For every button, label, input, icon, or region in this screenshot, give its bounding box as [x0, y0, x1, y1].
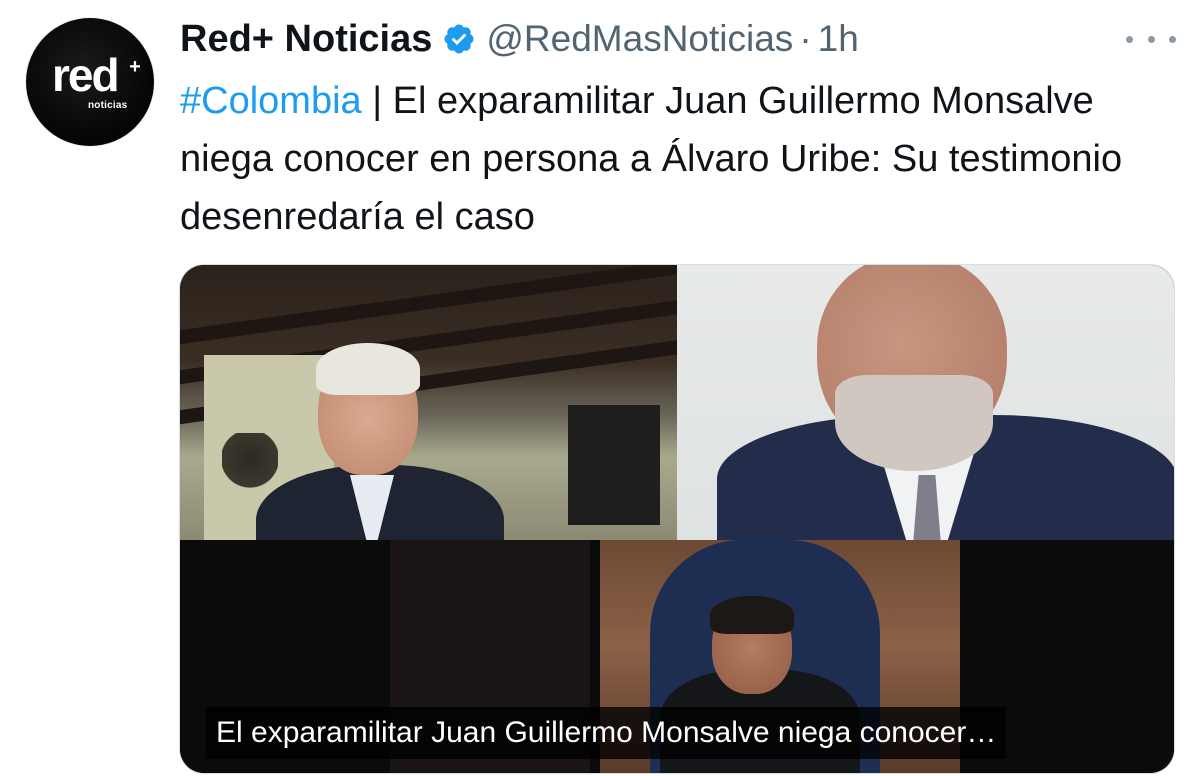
person-beard — [835, 375, 993, 471]
more-options-icon[interactable] — [1126, 22, 1176, 56]
video-panel-right — [677, 265, 1174, 540]
more-dot — [1169, 35, 1176, 43]
more-dot — [1126, 35, 1133, 43]
video-panel-left — [180, 265, 677, 540]
tweet[interactable]: red + noticias Red+ Noticias @RedMasNoti… — [0, 0, 1200, 776]
tweet-header: Red+ Noticias @RedMasNoticias · 1h — [180, 14, 859, 64]
video-player[interactable]: El exparamilitar Juan Guillermo Monsalve… — [180, 265, 1174, 773]
doorway — [568, 405, 660, 525]
lamp — [222, 433, 278, 497]
avatar-brand-sub: noticias — [88, 100, 128, 111]
timestamp[interactable]: 1h — [818, 18, 859, 60]
ceiling-beam — [180, 265, 677, 346]
tweet-text: #Colombia | El exparamilitar Juan Guille… — [180, 72, 1140, 246]
avatar-brand-word: red — [52, 49, 120, 101]
verified-badge-icon — [442, 22, 476, 56]
author-display-name[interactable]: Red+ Noticias — [180, 18, 432, 61]
hashtag-link[interactable]: #Colombia — [180, 80, 362, 122]
avatar[interactable]: red + noticias — [26, 18, 154, 146]
person-hair — [710, 596, 794, 634]
video-caption: El exparamilitar Juan Guillermo Monsalve… — [206, 707, 1007, 759]
separator-dot: · — [799, 18, 812, 59]
avatar-brand-plus: + — [129, 56, 141, 78]
person-hair — [316, 343, 420, 395]
author-handle[interactable]: @RedMasNoticias — [486, 18, 793, 60]
more-dot — [1147, 35, 1155, 43]
